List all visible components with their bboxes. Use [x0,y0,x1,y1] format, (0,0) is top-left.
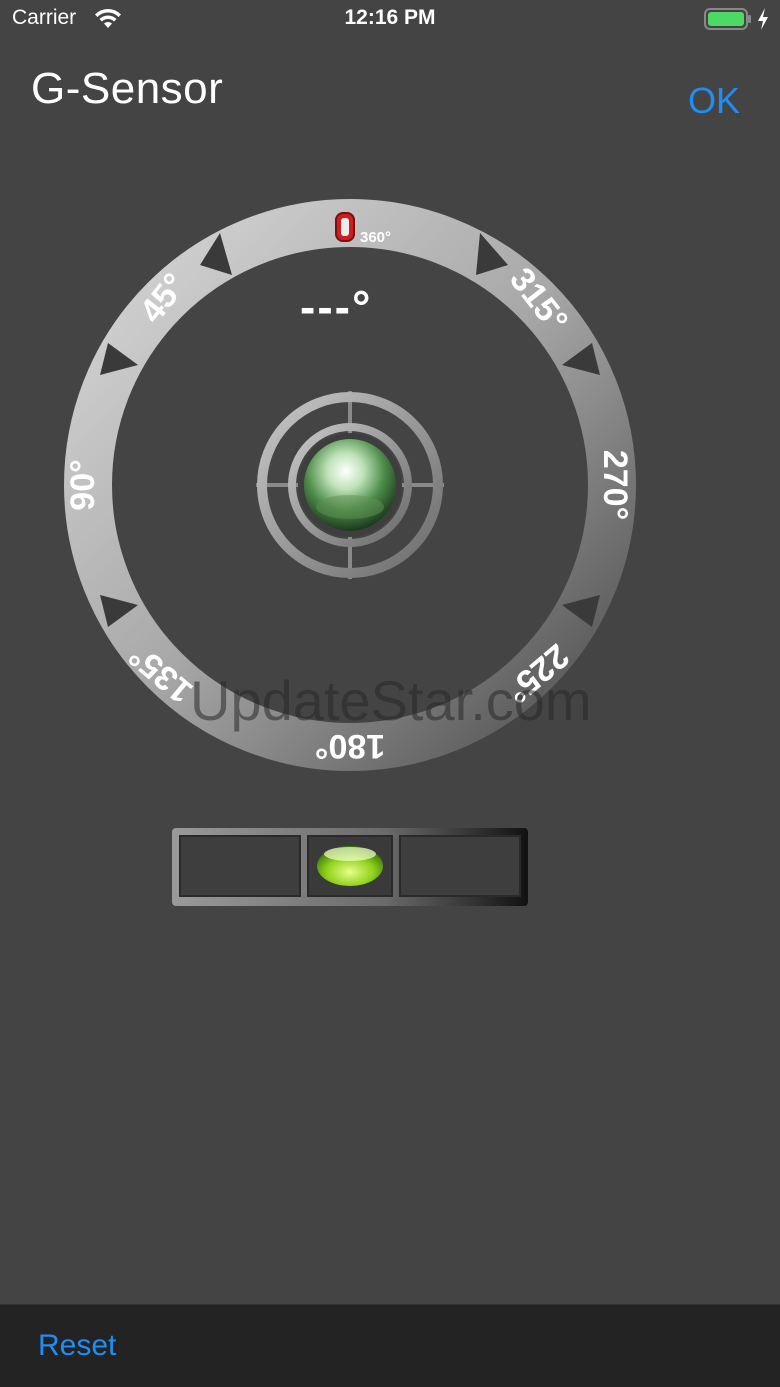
dial-label-90: 90° [64,459,102,510]
bottom-toolbar: Reset [0,1304,780,1387]
level-target [256,391,444,579]
dial-label-180: 180° [315,727,385,765]
reset-button[interactable]: Reset [38,1329,116,1363]
ok-button[interactable]: OK [688,80,740,122]
clock: 12:16 PM [344,6,436,29]
dial-label-270: 270° [596,450,634,520]
horizontal-level-bar [172,828,528,906]
angle-readout: ---° [300,281,373,333]
screen: Carrier 12:16 PM G-Sensor OK 360° 45° 90… [0,0,780,1387]
dial-label-360: 360° [360,229,391,246]
status-bar: Carrier 12:16 PM [0,0,780,40]
battery-icon [704,8,751,30]
page-title: G-Sensor [31,64,224,113]
charging-bolt-icon [758,8,768,30]
